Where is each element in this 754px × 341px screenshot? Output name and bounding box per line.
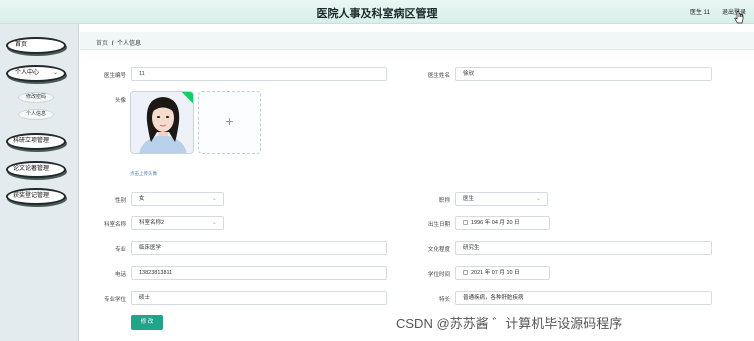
sidebar-subitem-label: 修改密码 xyxy=(25,94,46,100)
sidebar-subitem-label: 个人信息 xyxy=(25,111,46,117)
gender-value: 女 xyxy=(139,196,145,202)
sidebar-item-papers[interactable]: 论文论著管理 xyxy=(6,161,66,178)
sidebar-subitem-change-password[interactable]: 修改密码 xyxy=(18,92,54,103)
sidebar-item-label: 获奖登记管理 xyxy=(13,193,50,199)
sidebar-item-label: 首页 xyxy=(15,42,28,48)
phone-field[interactable]: 13823813811 xyxy=(131,266,387,280)
sidebar-item-label: 论文论著管理 xyxy=(13,166,50,172)
degree-time-label: 学位时间 xyxy=(427,272,450,278)
education-label: 文化程度 xyxy=(427,247,450,253)
title-value: 医生 xyxy=(463,196,475,202)
calendar-icon xyxy=(463,219,468,225)
avatar-image[interactable] xyxy=(130,91,194,154)
degree-time-value: 2021 年 07 月 10 日 xyxy=(471,270,520,276)
app-title: 医院人事及科室病区管理 xyxy=(316,8,438,20)
plus-icon: + xyxy=(225,113,234,129)
sidebar-item-home[interactable]: 首页 xyxy=(6,37,66,54)
gender-label: 性别 xyxy=(114,198,126,204)
sidebar-subitem-personal-info[interactable]: 个人信息 xyxy=(18,109,54,120)
chevron-down-icon: ⌄ xyxy=(211,196,217,202)
degree-field[interactable]: 硕士 xyxy=(131,291,387,305)
sidebar-item-research[interactable]: 科研立项管理 xyxy=(6,133,66,150)
upload-tip[interactable]: 点击上传头像 xyxy=(130,171,157,177)
doctor-id-label: 医生编号 xyxy=(103,73,126,79)
chevron-down-icon: ⌄ xyxy=(52,70,58,76)
calendar-icon xyxy=(463,269,468,275)
doctor-name-label: 医生姓名 xyxy=(427,73,450,79)
degree-label: 专业学位 xyxy=(103,297,126,303)
avatar-upload-button[interactable]: + xyxy=(198,91,261,154)
birth-value: 1996 年 04 月 20 日 xyxy=(471,220,520,226)
major-field[interactable]: 临床医学 xyxy=(131,241,387,255)
phone-label: 电话 xyxy=(114,272,126,278)
mouse-pointer-icon xyxy=(734,11,744,24)
chevron-down-icon: ⌄ xyxy=(535,196,541,202)
sidebar: 首页 个人中心 ⌄ 修改密码 个人信息 科研立项管理 论文论著管理 获奖登记管理 xyxy=(0,24,79,341)
doctor-id-field[interactable]: 11 xyxy=(131,67,387,81)
sidebar-item-awards[interactable]: 获奖登记管理 xyxy=(6,188,66,205)
gender-select[interactable]: 女 ⌄ xyxy=(131,192,224,206)
chevron-down-icon: ⌄ xyxy=(211,220,217,226)
dept-label: 科室名称 xyxy=(103,222,126,228)
sidebar-item-label: 个人中心 xyxy=(15,70,40,76)
breadcrumb-separator: / xyxy=(111,41,114,47)
education-field[interactable]: 研究生 xyxy=(455,241,712,255)
doctor-name-field[interactable]: 徐欣 xyxy=(455,67,712,81)
avatar-label: 头像 xyxy=(114,98,126,104)
dept-select[interactable]: 科室名称2 ⌄ xyxy=(131,216,224,230)
breadcrumb-bar: 首页 / 个人信息 xyxy=(80,32,754,50)
title-label: 职称 xyxy=(438,198,450,204)
submit-edit-button[interactable]: 修 改 xyxy=(131,315,163,330)
sidebar-item-label: 科研立项管理 xyxy=(13,138,50,144)
breadcrumb-current: 个人信息 xyxy=(117,41,142,47)
current-user: 医生 11 xyxy=(690,10,710,16)
watermark: CSDN @苏苏酱 ゛计算机毕设源码程序 xyxy=(396,316,623,331)
dept-value: 科室名称2 xyxy=(139,220,165,226)
sidebar-item-personal-center[interactable]: 个人中心 ⌄ xyxy=(6,65,66,82)
top-header: 医院人事及科室病区管理 医生 11 退出登录 xyxy=(0,0,754,24)
specialty-label: 特长 xyxy=(438,297,450,303)
birth-label: 出生日期 xyxy=(427,222,450,228)
breadcrumb-home[interactable]: 首页 xyxy=(96,41,108,47)
specialty-field[interactable]: 普通疾病，各种肝脏疾病 xyxy=(455,291,712,305)
title-select[interactable]: 医生 ⌄ xyxy=(455,192,548,206)
birth-date-picker[interactable]: 1996 年 04 月 20 日 xyxy=(455,216,550,230)
major-label: 专业 xyxy=(114,247,126,253)
avatar-photo xyxy=(131,92,193,153)
degree-date-picker[interactable]: 2021 年 07 月 10 日 xyxy=(455,266,550,280)
breadcrumb: 首页 / 个人信息 xyxy=(96,38,141,47)
